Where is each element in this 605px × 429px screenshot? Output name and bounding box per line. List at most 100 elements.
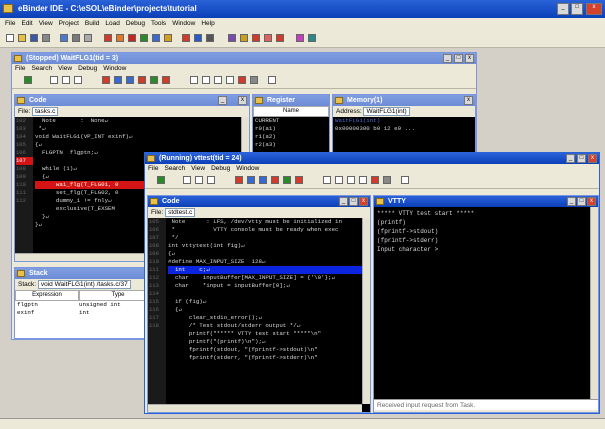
menu-file[interactable]: File xyxy=(5,20,15,27)
step-out-icon[interactable] xyxy=(214,76,222,84)
menu-debug[interactable]: Debug xyxy=(126,20,145,27)
maximize-button[interactable]: □ xyxy=(577,154,586,163)
monitor-icon[interactable] xyxy=(308,34,316,42)
maximize-button[interactable]: □ xyxy=(571,3,583,15)
search-next-icon[interactable] xyxy=(62,76,70,84)
file-selector[interactable]: stdtest.c xyxy=(165,207,196,217)
step-over-icon[interactable] xyxy=(335,176,343,184)
menu-file[interactable]: File xyxy=(148,165,158,172)
cut-icon[interactable] xyxy=(104,34,112,42)
vertical-scrollbar[interactable] xyxy=(362,218,370,404)
close-button[interactable]: x xyxy=(238,96,247,105)
step-over-icon[interactable] xyxy=(202,76,210,84)
step-out-icon[interactable] xyxy=(347,176,355,184)
stack-titlebar[interactable]: Stack xyxy=(15,268,157,279)
maximize-button[interactable]: □ xyxy=(349,197,358,206)
table-row[interactable]: flgptn unsigned int xyxy=(15,301,157,309)
undo-icon[interactable] xyxy=(140,34,148,42)
register-row[interactable]: CURRENT xyxy=(255,117,329,125)
target-icon[interactable] xyxy=(206,34,214,42)
debug-icon[interactable] xyxy=(228,34,236,42)
search-icon[interactable] xyxy=(50,76,58,84)
ide-titlebar[interactable]: eBinder IDE - C:\eSOL\eBinder\projects\t… xyxy=(0,0,605,18)
search-prev-icon[interactable] xyxy=(207,176,215,184)
browser-icon[interactable] xyxy=(296,34,304,42)
register-view-icon[interactable] xyxy=(247,176,255,184)
close-button[interactable]: x xyxy=(359,197,368,206)
file-selector[interactable]: tasks.c xyxy=(32,106,59,116)
run-icon[interactable] xyxy=(194,34,202,42)
menu-view[interactable]: View xyxy=(58,65,72,72)
vtty-view-icon[interactable] xyxy=(295,176,303,184)
minimize-button[interactable]: _ xyxy=(218,96,227,105)
pin-icon[interactable] xyxy=(401,176,409,184)
stack-view-icon[interactable] xyxy=(271,176,279,184)
redo-icon[interactable] xyxy=(152,34,160,42)
debugger1-titlebar[interactable]: (Stopped) WaitFLG1(tid = 3) _ □ x xyxy=(12,53,476,64)
stop-icon[interactable] xyxy=(371,176,379,184)
code2-titlebar[interactable]: Code _ □ x xyxy=(148,196,370,207)
step-into-icon[interactable] xyxy=(190,76,198,84)
stop-icon[interactable] xyxy=(238,76,246,84)
memory-titlebar[interactable]: Memory(1) x xyxy=(333,95,475,106)
close-button[interactable]: x xyxy=(586,3,602,15)
vtty-view-icon[interactable] xyxy=(162,76,170,84)
rebuild-icon[interactable] xyxy=(72,34,80,42)
menu-build[interactable]: Build xyxy=(85,20,99,27)
minimize-button[interactable]: _ xyxy=(443,54,452,63)
build-icon[interactable] xyxy=(60,34,68,42)
menu-window[interactable]: Window xyxy=(236,165,259,172)
print-icon[interactable] xyxy=(42,34,50,42)
watch-view-icon[interactable] xyxy=(283,176,291,184)
refresh-icon[interactable] xyxy=(250,76,258,84)
refresh-icon[interactable] xyxy=(383,176,391,184)
register-titlebar[interactable]: Register xyxy=(253,95,329,106)
close-button[interactable]: x xyxy=(588,154,597,163)
menu-debug[interactable]: Debug xyxy=(211,165,230,172)
find-icon[interactable] xyxy=(164,34,172,42)
close-button[interactable]: x xyxy=(465,54,474,63)
stack-view-icon[interactable] xyxy=(138,76,146,84)
minimize-button[interactable]: _ xyxy=(339,197,348,206)
vtty-titlebar[interactable]: VTTY _ □ x xyxy=(374,196,598,207)
debugger2-titlebar[interactable]: (Running) vttest(tid = 24) _ □ x xyxy=(145,153,599,164)
search-prev-icon[interactable] xyxy=(74,76,82,84)
stack-selector[interactable]: void WaitFLG1(int) /tasks.c/37 xyxy=(37,279,131,289)
register-row[interactable]: r2(a3) xyxy=(255,141,329,149)
settings-icon[interactable] xyxy=(84,34,92,42)
menu-view[interactable]: View xyxy=(191,165,205,172)
minimize-button[interactable]: _ xyxy=(566,154,575,163)
watch-view-icon[interactable] xyxy=(150,76,158,84)
menu-window[interactable]: Window xyxy=(172,20,195,27)
menu-search[interactable]: Search xyxy=(31,65,52,72)
search-next-icon[interactable] xyxy=(195,176,203,184)
address-input[interactable]: WaitFLG1(int) xyxy=(363,106,410,116)
menu-load[interactable]: Load xyxy=(105,20,119,27)
close-button[interactable]: x xyxy=(464,96,473,105)
code1-titlebar[interactable]: Code _ x xyxy=(15,95,249,106)
register-view-icon[interactable] xyxy=(114,76,122,84)
search-icon[interactable] xyxy=(183,176,191,184)
run-to-cursor-icon[interactable] xyxy=(226,76,234,84)
minimize-button[interactable]: _ xyxy=(567,197,576,206)
download-icon[interactable] xyxy=(182,34,190,42)
menu-project[interactable]: Project xyxy=(59,20,79,27)
close-button[interactable]: x xyxy=(587,197,596,206)
watch-icon[interactable] xyxy=(264,34,272,42)
menu-file[interactable]: File xyxy=(15,65,25,72)
menu-debug[interactable]: Debug xyxy=(78,65,97,72)
memory-view-icon[interactable] xyxy=(126,76,134,84)
reset-icon[interactable] xyxy=(276,34,284,42)
minimize-button[interactable]: _ xyxy=(557,3,569,15)
step-into-icon[interactable] xyxy=(323,176,331,184)
maximize-button[interactable]: □ xyxy=(577,197,586,206)
memory-view-icon[interactable] xyxy=(259,176,267,184)
table-row[interactable]: exinf int xyxy=(15,309,157,317)
breakpoint-icon[interactable] xyxy=(240,34,248,42)
go-icon[interactable] xyxy=(157,176,165,184)
register-row[interactable]: r0(a1) xyxy=(255,125,329,133)
menu-window[interactable]: Window xyxy=(103,65,126,72)
horizontal-scrollbar[interactable] xyxy=(148,404,362,412)
maximize-button[interactable]: □ xyxy=(454,54,463,63)
new-icon[interactable] xyxy=(6,34,14,42)
